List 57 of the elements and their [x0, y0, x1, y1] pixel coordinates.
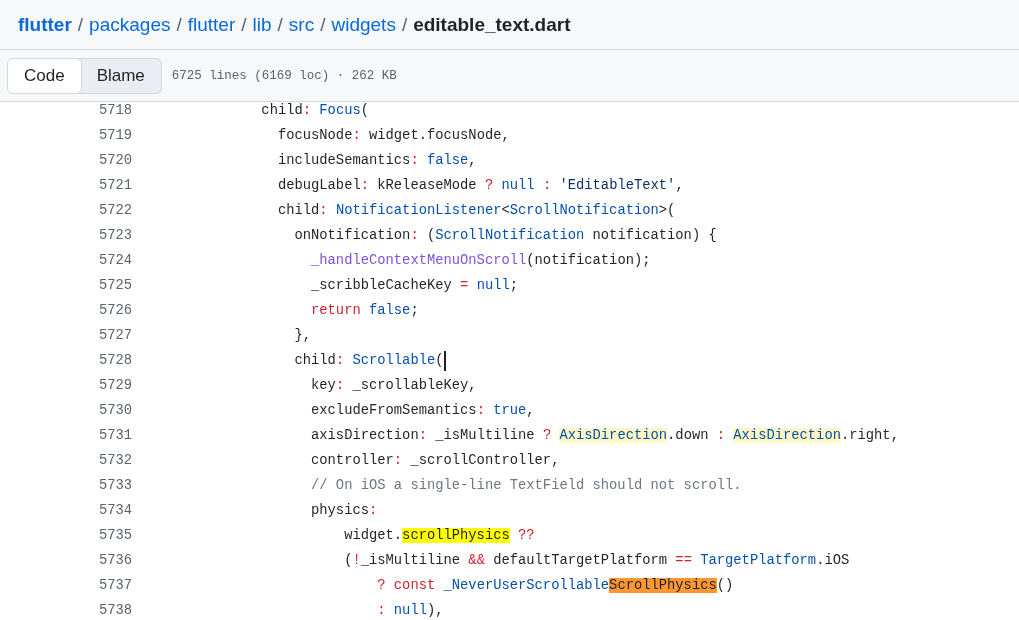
line-number: 5728 — [97, 353, 132, 368]
code-line: physics: — [310, 503, 378, 518]
line-number: 5724 — [97, 253, 132, 268]
line-number: 5737 — [97, 578, 132, 593]
path-separator: / — [320, 13, 326, 36]
code-line: onNotification: (ScrollNotification notification) { — [293, 228, 717, 243]
code-line: key: _scrollableKey, — [310, 378, 477, 393]
code-line: _scribbleCacheKey = null; — [310, 278, 519, 293]
line-number: 5727 — [97, 328, 132, 343]
line-number: 5730 — [97, 403, 132, 418]
code-line: widget.scrollPhysics ?? — [343, 528, 535, 543]
line-number: 5733 — [97, 478, 132, 493]
line-number: 5722 — [97, 203, 132, 218]
code-line: controller: _scrollController, — [310, 453, 560, 468]
line-number: 5725 — [97, 278, 132, 293]
line-number: 5720 — [97, 153, 132, 168]
path-separator: / — [401, 13, 408, 36]
line-number: 5719 — [97, 128, 132, 143]
line-number: 5731 — [97, 428, 132, 443]
view-tab[interactable]: Blame — [80, 58, 161, 93]
code-line: child: Scrollable( — [162, 350, 446, 371]
line-number: 5736 — [97, 553, 132, 568]
path-separator: / — [241, 13, 247, 36]
code-line: }, — [293, 328, 312, 343]
path-separator: / — [176, 13, 182, 36]
path-link[interactable]: lib — [252, 13, 272, 36]
path-separator: / — [77, 13, 84, 36]
line-number: 5718 — [97, 103, 132, 118]
code-line: return false; — [310, 303, 419, 318]
code-line: excludeFromSemantics: true, — [310, 403, 535, 418]
code-line: child: Focus( — [260, 103, 369, 118]
path-link[interactable]: src — [288, 13, 315, 36]
line-number: 5732 — [97, 453, 132, 468]
line-number: 5729 — [97, 378, 132, 393]
code-line: axisDirection: _isMultiline ? AxisDirection.down : AxisDirection.right, — [310, 428, 899, 443]
line-number: 5734 — [97, 503, 132, 518]
code-line: child: NotificationListener<ScrollNotification>( — [276, 203, 676, 218]
path-link[interactable]: widgets — [331, 13, 396, 36]
line-number: 5726 — [97, 303, 132, 318]
code-line: : null), — [376, 603, 444, 618]
file-info: 6725 lines (6169 loc) · 262 KB — [171, 68, 397, 83]
path-separator: / — [277, 13, 283, 36]
code-line: includeSemantics: false, — [276, 153, 477, 168]
code-line: (!_isMultiline && defaultTargetPlatform == TargetPlatform.iOS — [343, 553, 850, 568]
path-link[interactable]: flutter — [187, 13, 236, 36]
line-number: 5723 — [97, 228, 132, 243]
code-line: focusNode: widget.focusNode, — [276, 128, 510, 143]
code-line: // On iOS a single-line TextField should not scroll. — [310, 478, 742, 493]
code-line: _handleContextMenuOnScroll(notification); — [310, 253, 651, 268]
line-number: 5735 — [97, 528, 132, 543]
code-line: debugLabel: kReleaseMode ? null : 'EditableText', — [276, 178, 684, 193]
line-number: 5721 — [97, 178, 132, 193]
line-number: 5738 — [97, 603, 132, 618]
path-link[interactable]: flutter — [18, 13, 72, 36]
file-name: editable_text.dart — [413, 13, 571, 36]
view-tab[interactable]: Code — [7, 57, 82, 94]
path-link[interactable]: packages — [89, 13, 171, 36]
